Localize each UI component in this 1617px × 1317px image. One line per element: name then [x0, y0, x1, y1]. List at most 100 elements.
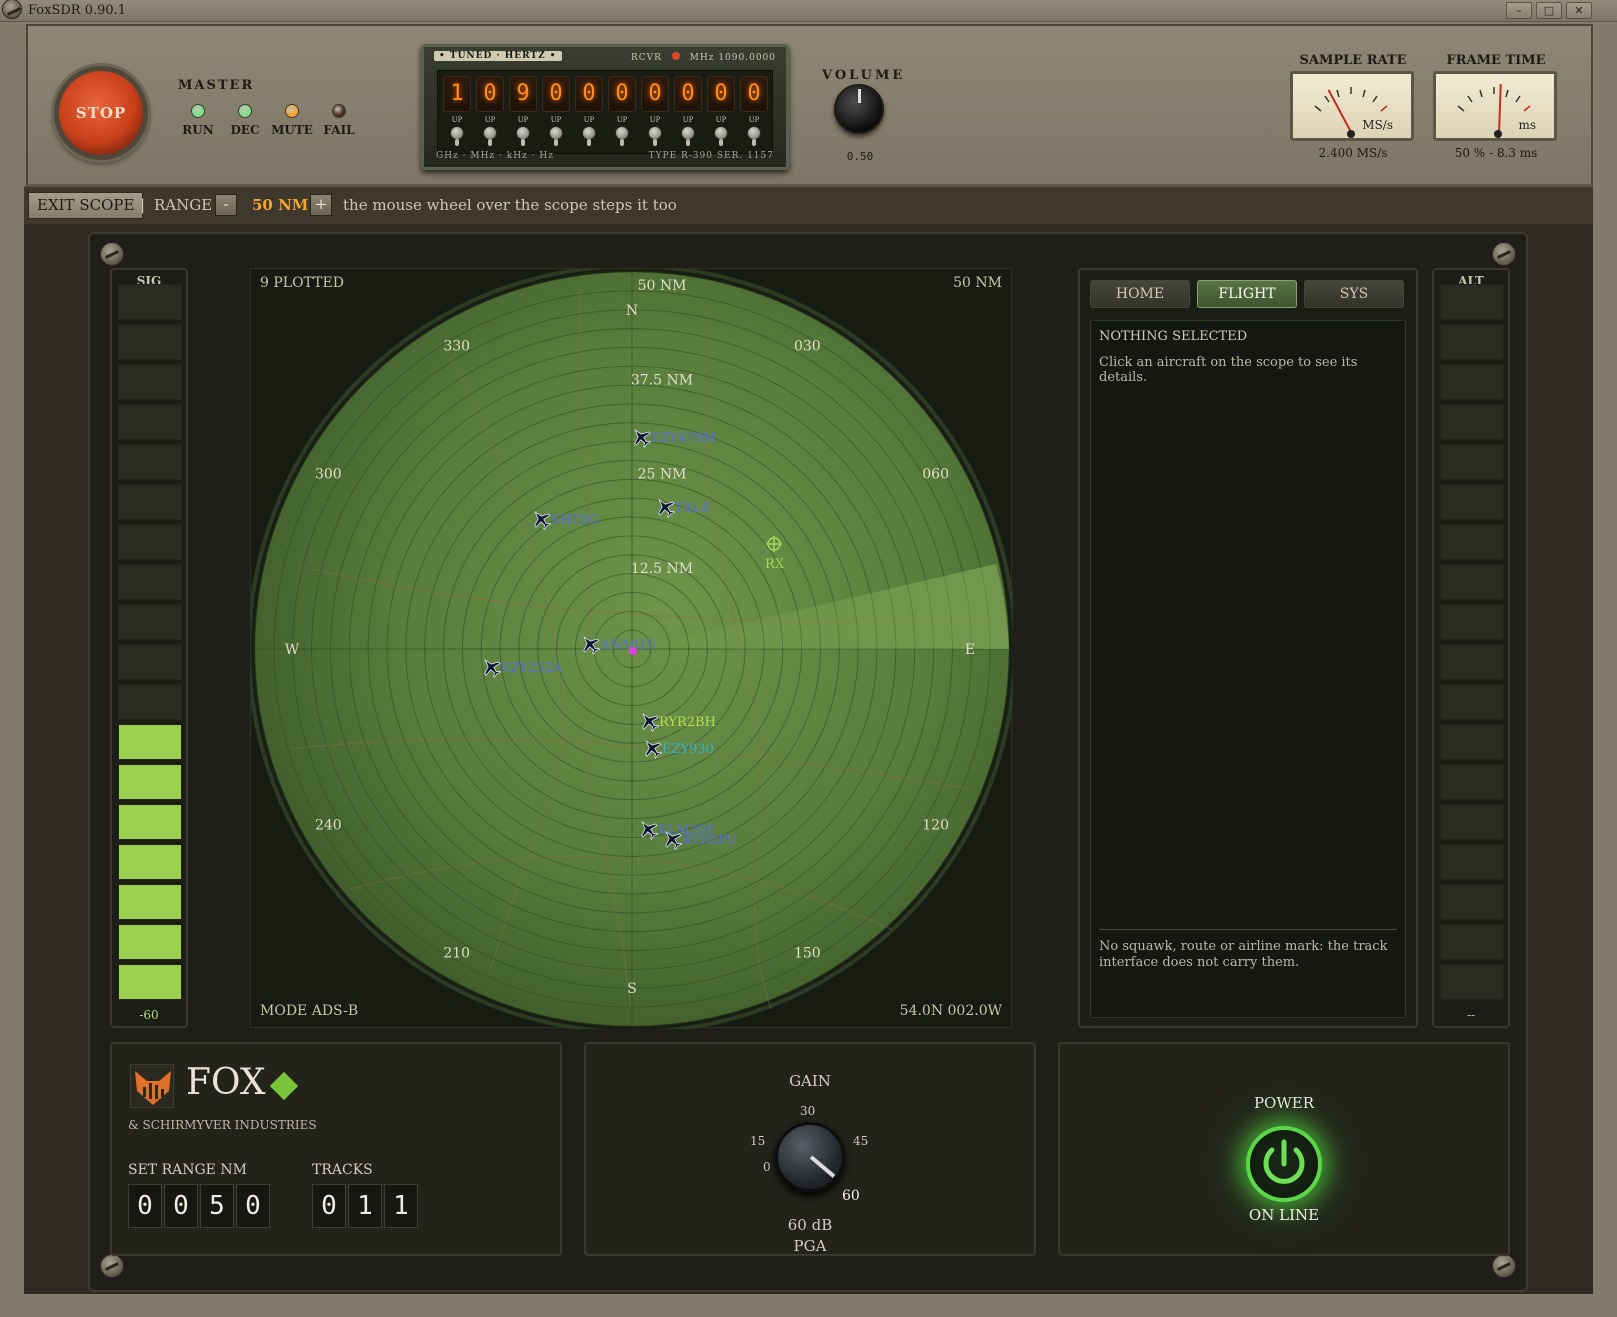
meter-segment — [1440, 684, 1504, 720]
led-mute — [285, 104, 299, 118]
meter-segment — [118, 604, 182, 640]
readout-digit: 0 — [128, 1184, 162, 1228]
aircraft-callsign[interactable]: EZY252A — [501, 661, 563, 676]
up-label: UP — [583, 116, 595, 124]
digit-toggle-switch[interactable] — [747, 126, 761, 146]
readout-digit: 0 — [164, 1184, 198, 1228]
led-fail — [332, 104, 346, 118]
meter-segment — [118, 964, 182, 1000]
nixie-digit: 0 — [674, 76, 702, 112]
gain-tick: 45 — [853, 1134, 869, 1148]
range-minus-button[interactable]: - — [215, 194, 237, 216]
up-label: UP — [715, 116, 727, 124]
nixie-digit: 0 — [476, 76, 504, 112]
aircraft-callsign[interactable]: TAL4 — [675, 501, 709, 516]
set-range-label: SET RANGE NM — [128, 1162, 247, 1178]
digit-toggle-switch[interactable] — [714, 126, 728, 146]
frame-time-meter: ms — [1433, 71, 1557, 141]
tab-flight[interactable]: FLIGHT — [1197, 280, 1297, 308]
scope-range: 50 NM — [953, 275, 1002, 291]
nixie-digit: 0 — [707, 76, 735, 112]
led-dec — [238, 104, 252, 118]
frame-time-title: FRAME TIME — [1446, 53, 1546, 68]
rcvr-led-icon — [671, 52, 680, 60]
selection-message: Click an aircraft on the scope to see it… — [1099, 355, 1358, 385]
tracks-readout: 011 — [312, 1184, 422, 1230]
meter-segment — [118, 404, 182, 440]
digit-toggle-switch[interactable] — [483, 126, 497, 146]
exit-scope-button[interactable]: EXIT SCOPE — [28, 192, 144, 219]
tracks-label: TRACKS — [312, 1162, 373, 1178]
screw-icon — [1492, 242, 1516, 266]
scope-mode: MODE ADS-B — [260, 1003, 359, 1019]
power-button[interactable] — [1246, 1126, 1322, 1202]
radar-scope[interactable]: 50 NM 37.5 NM 25 NM 12.5 NM N E S W 030 060 120 150… — [250, 268, 1013, 1029]
aircraft-callsign[interactable]: EZY479M — [651, 431, 716, 446]
up-label: UP — [550, 116, 562, 124]
diamond-icon — [269, 1071, 299, 1101]
meter-segment — [118, 364, 182, 400]
aircraft-callsign[interactable]: SHT9G — [551, 513, 599, 528]
up-label: UP — [451, 116, 463, 124]
gain-knob[interactable] — [775, 1122, 845, 1192]
tuner-readout: RCVR MHz 1090.0000 — [631, 52, 776, 63]
stop-button[interactable]: STOP — [54, 66, 148, 160]
meter-pivot — [1347, 130, 1355, 138]
led-label: RUN — [182, 123, 214, 137]
radar-display[interactable]: 50 NM 37.5 NM 25 NM 12.5 NM N E S W 030 060 120 150… — [251, 269, 1013, 1029]
plotted-count: 9 PLOTTED — [260, 275, 344, 291]
meter-segment — [118, 324, 182, 360]
tab-home[interactable]: HOME — [1090, 280, 1190, 308]
screw-icon — [100, 1254, 124, 1278]
cardinal-label: E — [965, 642, 975, 658]
altitude-value: -- — [1466, 1008, 1476, 1022]
brand-panel: FOX & SCHIRMYVER INDUSTRIES SET RANGE NM… — [110, 1042, 562, 1256]
meter-segment — [1440, 404, 1504, 440]
gain-tick: 15 — [750, 1134, 766, 1148]
digit-toggle-switch[interactable] — [516, 126, 530, 146]
led-label: DEC — [230, 123, 260, 137]
cardinal-label: W — [285, 642, 300, 658]
sample-rate-meter: MS/s — [1290, 71, 1414, 141]
digit-toggle-switch[interactable] — [582, 126, 596, 146]
maximize-button[interactable]: □ — [1536, 2, 1562, 19]
gain-mode: PGA — [793, 1237, 827, 1255]
volume-label: VOLUME — [822, 68, 906, 83]
aircraft-callsign[interactable]: ANA815 — [599, 638, 655, 653]
meter-segment — [118, 284, 182, 320]
screw-icon — [100, 242, 124, 266]
range-plus-button[interactable]: + — [310, 194, 332, 216]
set-range-readout[interactable]: 0050 — [128, 1184, 278, 1230]
close-button[interactable]: ✕ — [1566, 2, 1592, 19]
aircraft-callsign[interactable]: RYR8PU — [682, 833, 738, 848]
aircraft-callsign[interactable]: RYR2BH — [659, 715, 716, 730]
gain-value: 60 dB — [787, 1216, 833, 1234]
nixie-display: 1 UP 0 UP 9 UP 0 UP 0 UP 0 UP 0 UP 0 UP 0 UP 0 UP — [437, 70, 773, 154]
digit-toggle-switch[interactable] — [681, 126, 695, 146]
bearing-label: 210 — [443, 946, 470, 962]
meter-segment — [1440, 444, 1504, 480]
digit-toggle-switch[interactable] — [648, 126, 662, 146]
aircraft-callsign[interactable]: EZY930 — [662, 742, 714, 757]
rcvr-label: RCVR — [630, 53, 662, 63]
signal-value: -60 — [139, 1008, 159, 1022]
volume-knob[interactable] — [834, 84, 884, 134]
title-bar: FoxSDR 0.90.1 – □ ✕ — [0, 0, 1617, 22]
meter-segment — [1440, 764, 1504, 800]
minimize-button[interactable]: – — [1506, 2, 1532, 19]
up-label: UP — [517, 116, 529, 124]
up-label: UP — [682, 116, 694, 124]
tab-sys[interactable]: SYS — [1304, 280, 1404, 308]
brand-subtitle: & SCHIRMYVER INDUSTRIES — [128, 1118, 317, 1132]
meter-segment — [1440, 724, 1504, 760]
digit-toggle-switch[interactable] — [615, 126, 629, 146]
footnote: No squawk, route or airline mark: the tr… — [1099, 939, 1388, 970]
master-label: MASTER — [178, 78, 255, 93]
range-ring-label: 12.5 NM — [631, 561, 693, 577]
meter-segment — [118, 484, 182, 520]
nixie-digit: 0 — [641, 76, 669, 112]
digit-toggle-switch[interactable] — [549, 126, 563, 146]
sample-rate-title: SAMPLE RATE — [1299, 53, 1407, 68]
screw-icon — [1492, 1254, 1516, 1278]
digit-toggle-switch[interactable] — [450, 126, 464, 146]
